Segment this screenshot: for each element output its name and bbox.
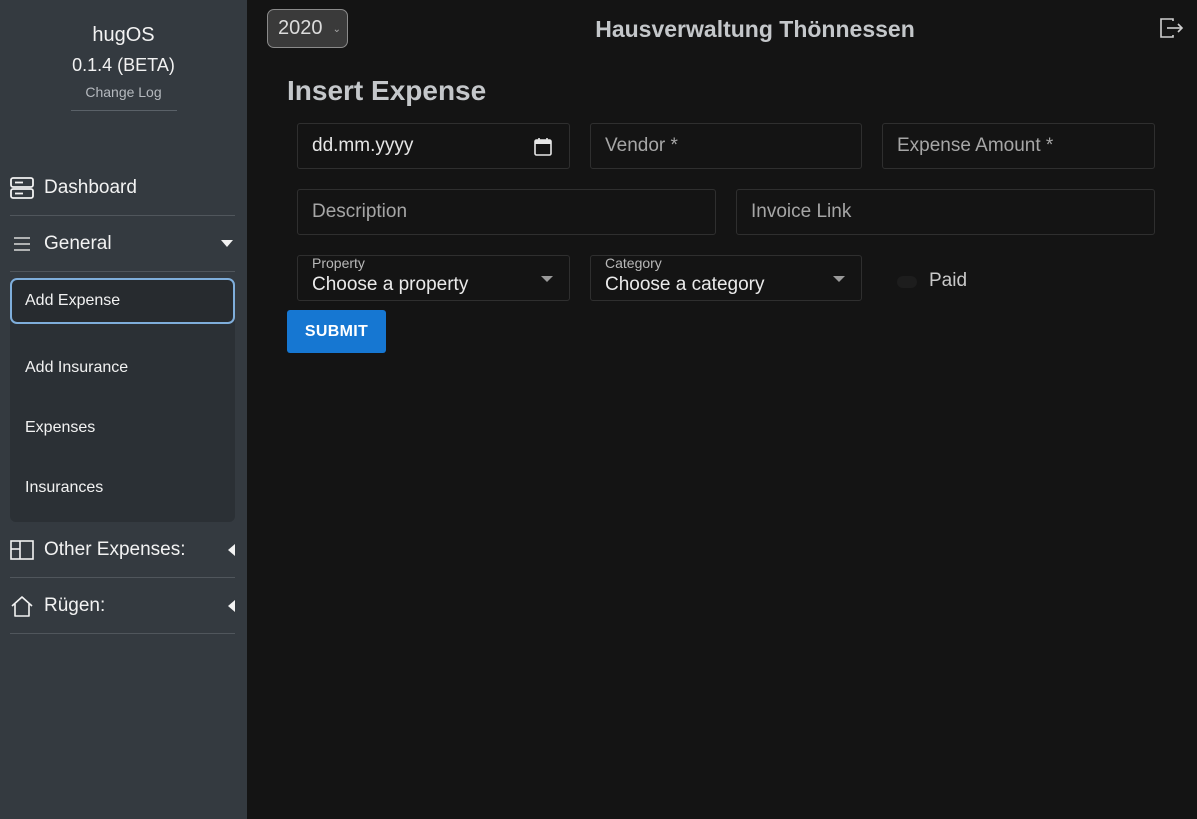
vendor-input[interactable]: Vendor * xyxy=(590,123,862,169)
date-placeholder: dd.mm.yyyy xyxy=(312,135,414,156)
year-value: 2020 xyxy=(278,17,323,39)
category-value: Choose a category xyxy=(605,274,765,295)
page-title: Hausverwaltung Thönnessen xyxy=(595,16,915,42)
house-icon xyxy=(10,594,34,618)
brand-version: 0.1.4 (BETA) xyxy=(72,55,175,75)
submit-button[interactable]: SUBMIT xyxy=(287,310,386,353)
dashboard-server-icon xyxy=(10,176,34,200)
sidebar-item-label: General xyxy=(44,232,112,254)
brand-name: hugOS xyxy=(92,24,155,46)
paid-label: Paid xyxy=(929,270,968,291)
property-value: Choose a property xyxy=(312,274,469,295)
sidebar-item-label: Other Expenses: xyxy=(44,538,186,560)
description-input[interactable]: Description xyxy=(297,189,716,235)
date-input[interactable]: dd.mm.yyyy xyxy=(297,123,570,169)
changelog-link[interactable]: Change Log xyxy=(0,82,247,102)
general-submenu: Add Expense Add Insurance Expenses Insur… xyxy=(10,278,235,522)
invoice-placeholder: Invoice Link xyxy=(751,201,852,222)
description-placeholder: Description xyxy=(312,201,408,222)
logout-icon[interactable] xyxy=(1159,17,1185,39)
sidebar-item-ruegen[interactable]: Rügen: xyxy=(10,578,235,634)
year-select[interactable]: 2020 ⌄ xyxy=(267,9,348,48)
vendor-placeholder: Vendor * xyxy=(605,135,678,156)
invoice-link-input[interactable]: Invoice Link xyxy=(736,189,1155,235)
amount-placeholder: Expense Amount * xyxy=(897,135,1054,156)
sidebar-item-insurances[interactable]: Insurances xyxy=(10,458,235,518)
sidebar-item-other-expenses[interactable]: Other Expenses: xyxy=(10,522,235,578)
category-select[interactable]: Category Choose a category xyxy=(590,255,862,301)
expense-amount-input[interactable]: Expense Amount * xyxy=(882,123,1155,169)
property-label: Property xyxy=(312,255,365,271)
form-heading: Insert Expense xyxy=(287,75,487,106)
paid-toggle[interactable] xyxy=(897,276,917,288)
sidebar-item-expenses[interactable]: Expenses xyxy=(10,398,235,458)
sidebar: hugOS 0.1.4 (BETA) Change Log Dashboard … xyxy=(0,0,247,819)
dropdown-arrow-icon xyxy=(541,276,553,282)
sidebar-item-add-expense[interactable]: Add Expense xyxy=(10,278,235,324)
category-label: Category xyxy=(605,255,662,271)
caret-left-icon xyxy=(228,599,235,612)
dropdown-arrow-icon xyxy=(833,276,845,282)
hamburger-icon xyxy=(10,232,34,256)
sidebar-item-label: Rügen: xyxy=(44,594,106,616)
chevron-down-icon: ⌄ xyxy=(332,24,341,35)
calendar-icon[interactable] xyxy=(534,137,552,162)
sidebar-item-add-insurance[interactable]: Add Insurance xyxy=(10,338,235,398)
brand-divider xyxy=(70,110,177,111)
brand: hugOS 0.1.4 (BETA) Change Log xyxy=(0,0,247,111)
sidebar-nav: Dashboard General Add Expense Add Insura… xyxy=(10,160,235,634)
property-select[interactable]: Property Choose a property xyxy=(297,255,570,301)
layout-panels-icon xyxy=(10,538,34,562)
sidebar-item-label: Dashboard xyxy=(44,176,137,198)
sidebar-item-general[interactable]: General xyxy=(10,216,235,272)
caret-down-icon xyxy=(221,240,233,247)
caret-left-icon xyxy=(228,543,235,556)
sidebar-item-dashboard[interactable]: Dashboard xyxy=(10,160,235,216)
